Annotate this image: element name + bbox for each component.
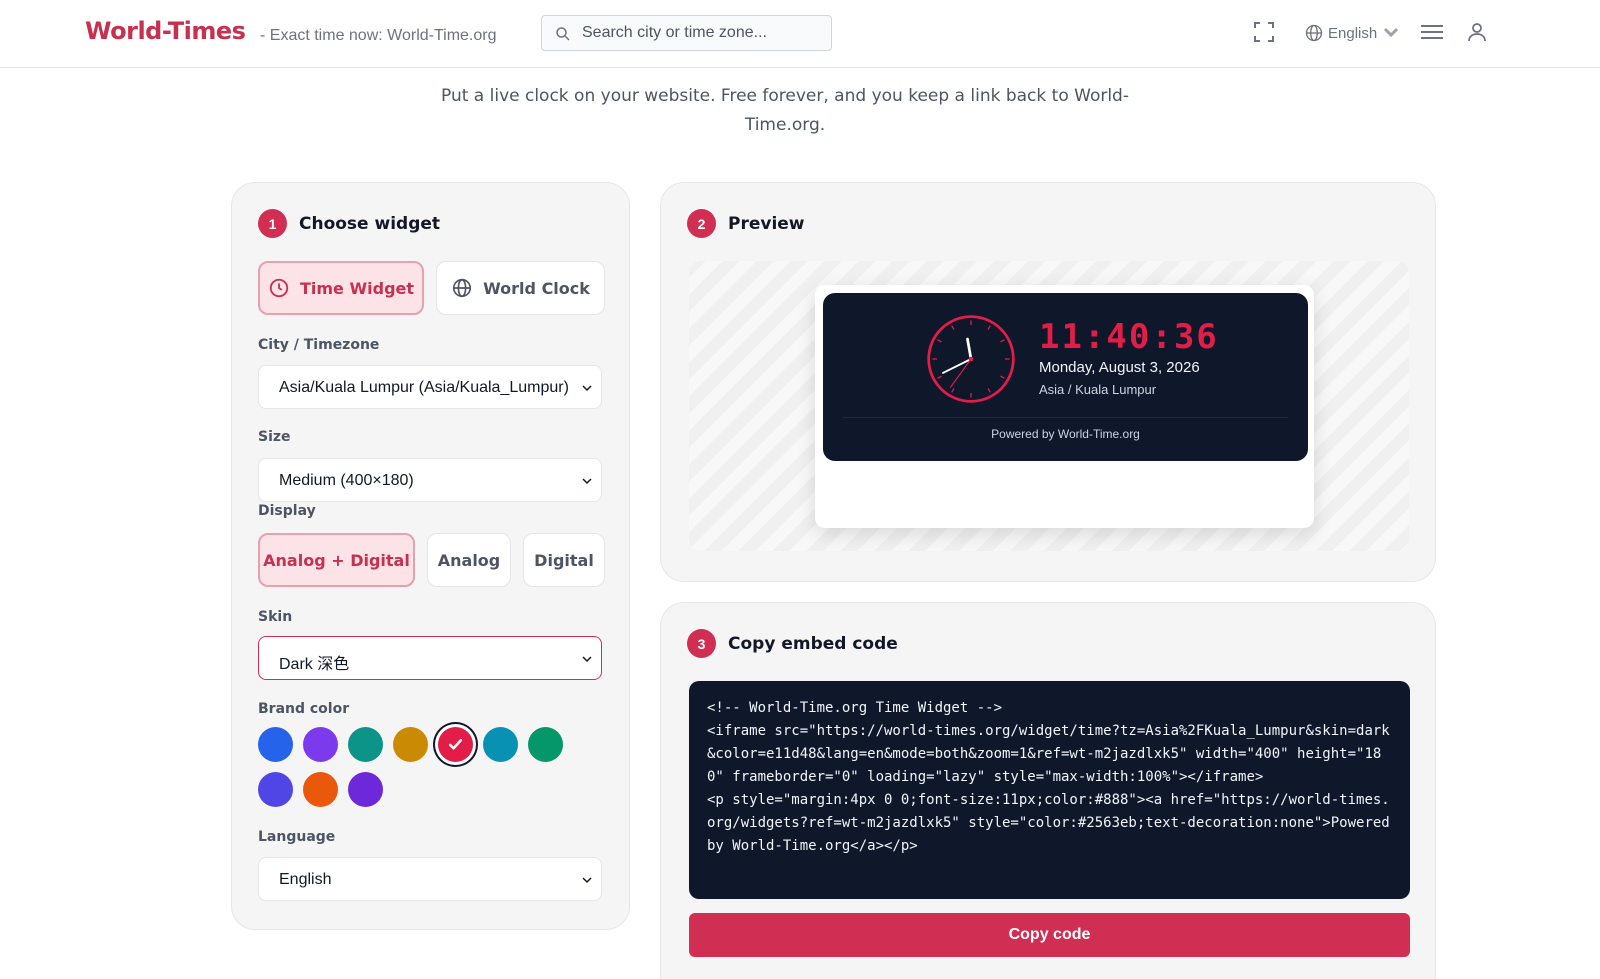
brand-color-swatch[interactable] (348, 727, 383, 762)
embed-code-card: 3 Copy embed code <!-- World-Time.org Ti… (660, 602, 1436, 979)
skin-select[interactable]: Dark 深色 (258, 636, 602, 680)
widget-divider (843, 417, 1288, 418)
display-digital-button[interactable]: Digital (523, 533, 605, 587)
step-header-embed: 3 Copy embed code (687, 629, 898, 658)
brand-color-swatch[interactable] (258, 727, 293, 762)
embed-code-text[interactable]: <!-- World-Time.org Time Widget --> <ifr… (707, 697, 1392, 858)
display-label: Display (258, 503, 316, 519)
time-widget-button[interactable]: Time Widget (258, 261, 424, 315)
brand-color-swatch[interactable] (258, 772, 293, 807)
brand-color-label: Brand color (258, 701, 350, 717)
embed-code-box[interactable]: <!-- World-Time.org Time Widget --> <ifr… (689, 681, 1410, 899)
clock-icon (269, 278, 289, 298)
chevron-down-icon (582, 656, 592, 663)
size-select[interactable]: Medium (400×180) (258, 458, 602, 502)
clock-tick (987, 325, 991, 330)
display-analog-digital-button[interactable]: Analog + Digital (258, 533, 415, 587)
brand-color-swatch[interactable] (303, 727, 338, 762)
brand-color-swatch[interactable] (393, 727, 428, 762)
site-tagline: - Exact time now: World-Time.org (260, 27, 497, 44)
size-label: Size (258, 429, 291, 445)
step-header-choose: 1 Choose widget (258, 209, 440, 238)
brand-color-swatch[interactable] (528, 727, 563, 762)
chevron-down-icon (582, 478, 592, 485)
language-selector[interactable]: English (1304, 21, 1401, 45)
widget-powered-by[interactable]: Powered by World-Time.org (823, 427, 1308, 441)
step-number: 1 (258, 209, 287, 238)
analog-clock (927, 315, 1015, 403)
time-widget-preview: 11:40:36 Monday, August 3, 2026 Asia / K… (823, 293, 1308, 461)
clock-tick (1000, 339, 1005, 343)
time-widget-label: Time Widget (299, 278, 415, 298)
site-header: World-Times - Exact time now: World-Time… (0, 0, 1600, 68)
step-title: Copy embed code (728, 633, 898, 654)
intro-text: Put a live clock on your website. Free f… (441, 86, 1129, 135)
copy-code-button[interactable]: Copy code (689, 913, 1410, 957)
brand-color-swatch[interactable] (303, 772, 338, 807)
globe-icon (1305, 24, 1323, 42)
brand-color-swatch[interactable] (438, 727, 473, 762)
clock-tick (1000, 375, 1005, 379)
skin-select-value: Dark 深色 (279, 656, 350, 673)
clock-center (968, 356, 974, 362)
search-input[interactable] (582, 16, 822, 50)
brand-color-swatch[interactable] (348, 772, 383, 807)
city-label: City / Timezone (258, 337, 380, 353)
clock-tick (937, 375, 942, 379)
step-header-preview: 2 Preview (687, 209, 805, 238)
clock-tick (951, 325, 955, 330)
chevron-down-icon (582, 385, 592, 392)
chevron-down-icon (582, 877, 592, 884)
city-select-value: Asia/Kuala Lumpur (Asia/Kuala_Lumpur) (279, 379, 569, 396)
digital-time: 11:40:36 (1039, 317, 1219, 357)
chevron-down-icon (1384, 27, 1399, 38)
search-icon (556, 27, 570, 41)
widget-frame: 11:40:36 Monday, August 3, 2026 Asia / K… (815, 285, 1314, 528)
widget-date: Monday, August 3, 2026 (1039, 359, 1200, 376)
search-box[interactable] (541, 15, 832, 51)
size-select-value: Medium (400×180) (279, 472, 414, 489)
globe-icon (453, 278, 472, 298)
world-clock-button[interactable]: World Clock (436, 261, 605, 315)
display-option-label: Digital (534, 550, 594, 570)
choose-widget-card: 1 Choose widget Time Widget World Clock … (231, 182, 630, 930)
fullscreen-icon[interactable] (1252, 20, 1276, 44)
clock-tick (937, 339, 942, 343)
language-select-value: English (279, 871, 332, 888)
language-select[interactable]: English (258, 857, 602, 901)
world-clock-label: World Clock (483, 278, 590, 298)
display-option-label: Analog + Digital (263, 550, 410, 570)
language-label: English (1328, 24, 1378, 42)
minute-hand (942, 358, 972, 374)
city-select[interactable]: Asia/Kuala Lumpur (Asia/Kuala_Lumpur) (258, 365, 602, 409)
step-title: Choose widget (299, 213, 441, 234)
preview-stage: 11:40:36 Monday, August 3, 2026 Asia / K… (689, 261, 1409, 551)
user-icon[interactable] (1465, 20, 1489, 44)
step-number: 3 (687, 629, 716, 658)
display-analog-button[interactable]: Analog (427, 533, 511, 587)
preview-card: 2 Preview 11:40:36 Monday, August 3, 202… (660, 182, 1436, 582)
site-logo[interactable]: World-Times (85, 17, 246, 45)
language-label: Language (258, 829, 336, 845)
step-title: Preview (728, 213, 805, 234)
skin-label: Skin (258, 609, 293, 625)
clock-tick (987, 388, 991, 393)
brand-color-swatch[interactable] (483, 727, 518, 762)
check-icon (448, 738, 463, 750)
step-number: 2 (687, 209, 716, 238)
display-option-label: Analog (437, 550, 501, 570)
clock-tick (951, 388, 955, 393)
hour-hand (966, 337, 973, 361)
widget-city: Asia / Kuala Lumpur (1039, 382, 1157, 397)
menu-icon[interactable] (1418, 20, 1446, 44)
